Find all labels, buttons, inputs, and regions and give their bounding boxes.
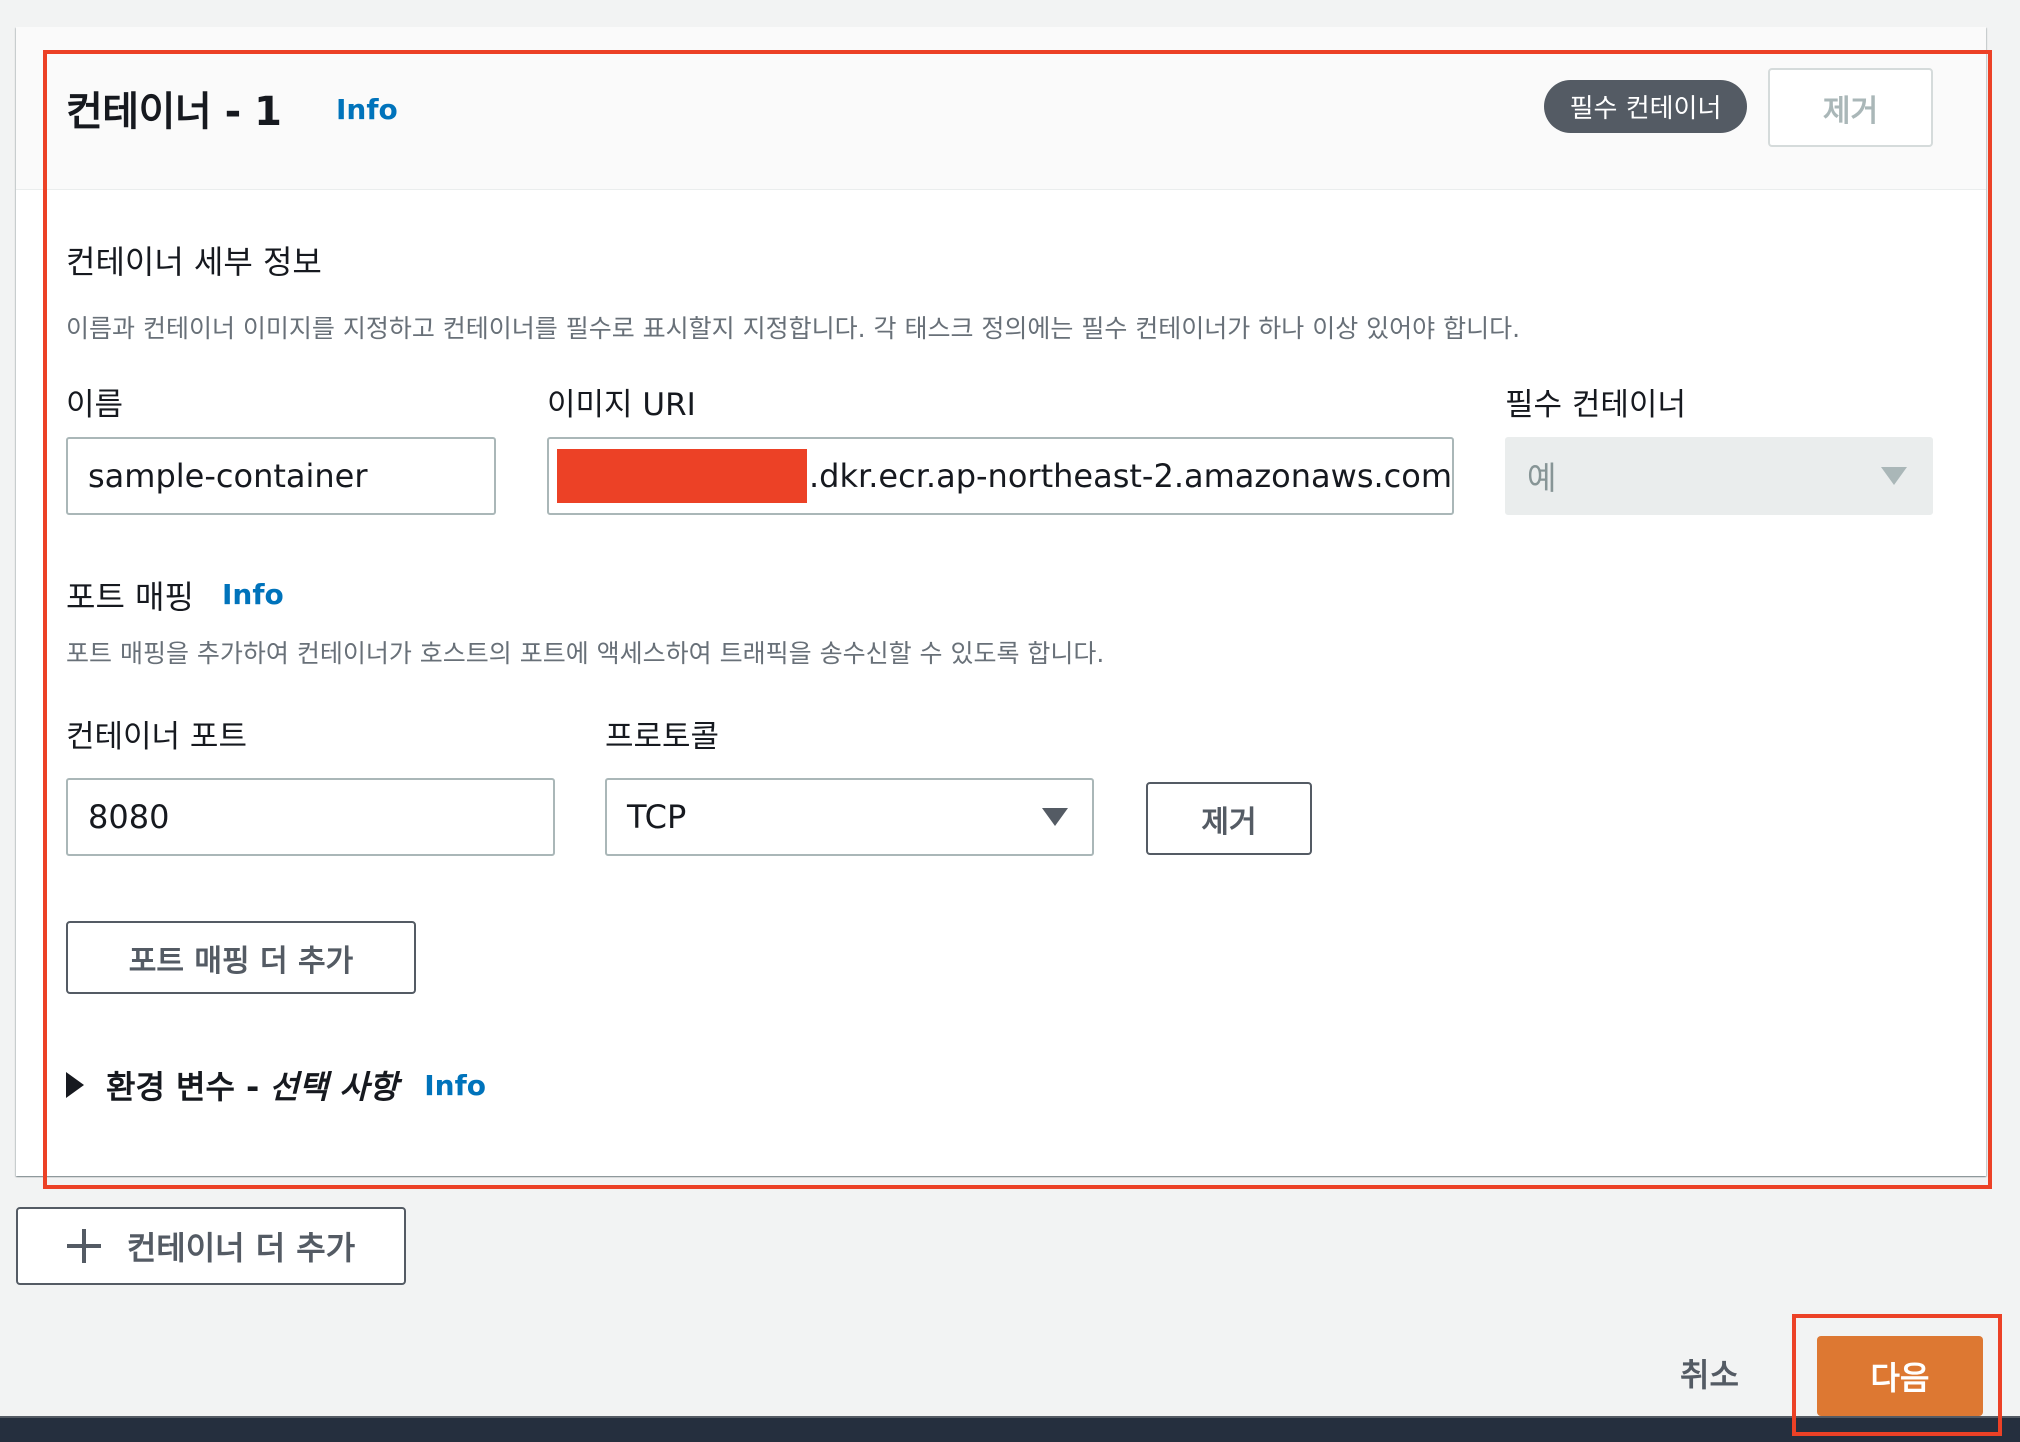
cancel-button[interactable]: 취소 — [1680, 1350, 1739, 1396]
image-uri-value: .dkr.ecr.ap-northeast-2.amazonaws.com — [809, 457, 1452, 495]
container-port-label: 컨테이너 포트 — [66, 719, 247, 755]
name-input-value: sample-container — [88, 457, 368, 495]
env-vars-title: 환경 변수 - — [106, 1068, 260, 1106]
plus-icon — [66, 1229, 101, 1263]
essential-container-label: 필수 컨테이너 — [1505, 387, 1686, 423]
chevron-down-icon — [1042, 808, 1068, 826]
container-card-header: 컨테이너 - 1 Info 필수 컨테이너 제거 — [16, 27, 1986, 190]
container-details-title: 컨테이너 세부 정보 — [66, 243, 322, 281]
console-footer — [0, 1416, 2020, 1442]
env-vars-info-link[interactable]: Info — [424, 1069, 486, 1102]
container-title: 컨테이너 - 1 — [66, 89, 282, 135]
container-port-value: 8080 — [88, 798, 170, 836]
port-mapping-info-link[interactable]: Info — [222, 578, 284, 611]
protocol-label: 프로토콜 — [605, 719, 720, 755]
container-port-input[interactable]: 8080 — [66, 778, 555, 856]
name-input[interactable]: sample-container — [66, 437, 496, 515]
image-uri-label: 이미지 URI — [547, 387, 696, 423]
essential-container-value: 예 — [1527, 459, 1557, 497]
protocol-select[interactable]: TCP — [605, 778, 1094, 856]
essential-container-select[interactable]: 예 — [1505, 437, 1933, 515]
add-container-button[interactable]: 컨테이너 더 추가 — [16, 1207, 406, 1285]
remove-port-mapping-button[interactable]: 제거 — [1146, 782, 1312, 855]
add-container-label: 컨테이너 더 추가 — [126, 1229, 356, 1267]
chevron-down-icon — [1881, 467, 1907, 485]
env-vars-optional: 선택 사항 — [269, 1068, 399, 1106]
image-uri-input[interactable]: .dkr.ecr.ap-northeast-2.amazonaws.com — [547, 437, 1454, 515]
caret-right-icon — [66, 1072, 84, 1098]
port-mapping-title: 포트 매핑 — [66, 578, 194, 616]
env-vars-expander[interactable]: 환경 변수 - 선택 사항 Info — [66, 1062, 486, 1108]
container-details-description: 이름과 컨테이너 이미지를 지정하고 컨테이너를 필수로 표시할지 지정합니다.… — [66, 314, 1521, 343]
container-info-link[interactable]: Info — [336, 93, 398, 126]
redacted-account-id — [557, 449, 807, 503]
container-card: 컨테이너 - 1 Info 필수 컨테이너 제거 컨테이너 세부 정보 이름과 … — [16, 27, 1986, 1176]
protocol-value: TCP — [627, 798, 687, 836]
name-label: 이름 — [66, 387, 124, 423]
next-button[interactable]: 다음 — [1817, 1336, 1983, 1416]
remove-container-button[interactable]: 제거 — [1768, 68, 1933, 147]
port-mapping-description: 포트 매핑을 추가하여 컨테이너가 호스트의 포트에 액세스하여 트래픽을 송수… — [66, 639, 1105, 668]
essential-container-badge: 필수 컨테이너 — [1544, 80, 1747, 133]
add-port-mapping-button[interactable]: 포트 매핑 더 추가 — [66, 921, 416, 994]
